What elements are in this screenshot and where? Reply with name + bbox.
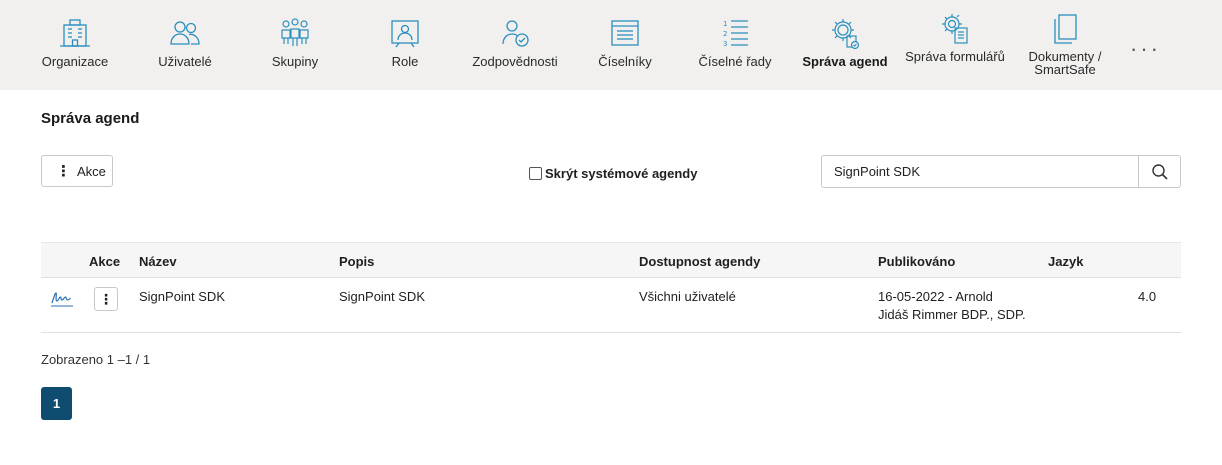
cell-dostupnost: Všichni uživatelé xyxy=(639,289,736,304)
window-list-icon xyxy=(607,16,643,50)
search-input[interactable] xyxy=(822,156,1138,187)
col-header-popis[interactable]: Popis xyxy=(339,254,374,269)
nav-label: Skupiny xyxy=(271,54,319,69)
cell-jazyk: 4.0 xyxy=(1138,289,1157,304)
table-row[interactable]: ⋮ SignPoint SDK SignPoint SDK Všichni už… xyxy=(41,278,1181,333)
group-icon xyxy=(277,16,313,50)
hide-system-agendas-toggle[interactable]: Skrýt systémové agendy xyxy=(529,166,697,181)
row-actions-button[interactable]: ⋮ xyxy=(94,287,118,311)
gear-document-icon xyxy=(827,16,863,50)
nav-item-organizace[interactable]: Organizace xyxy=(30,0,120,90)
building-icon xyxy=(57,16,93,50)
col-header-jazyk[interactable]: Jazyk xyxy=(1048,254,1083,269)
nav-item-sprava-agend[interactable]: Správa agend xyxy=(795,0,895,90)
cell-popis: SignPoint SDK xyxy=(339,289,425,304)
nav-item-ciselniky[interactable]: Číselníky xyxy=(580,0,670,90)
pagination-page-1[interactable]: 1 xyxy=(41,387,72,420)
search-icon xyxy=(1151,163,1168,180)
akce-button[interactable]: ⋮ Akce xyxy=(41,155,113,187)
nav-label: Organizace xyxy=(41,54,109,69)
nav-label: Správa agend xyxy=(802,54,888,69)
akce-button-label: Akce xyxy=(77,163,106,179)
user-check-icon xyxy=(497,16,533,50)
numbered-list-icon: 1 2 3 xyxy=(717,16,753,50)
agendas-table: Akce Název Popis Dostupnost agendy Publi… xyxy=(41,242,1181,333)
signature-icon xyxy=(51,292,73,307)
table-header: Akce Název Popis Dostupnost agendy Publi… xyxy=(41,242,1181,278)
nav-item-uzivatele[interactable]: Uživatelé xyxy=(140,0,230,90)
nav-label: Správa formulářů xyxy=(905,49,1005,64)
nav-label: Číselníky xyxy=(598,54,652,69)
col-header-dostupnost[interactable]: Dostupnost agendy xyxy=(639,254,760,269)
nav-item-role[interactable]: Role xyxy=(360,0,450,90)
nav-item-ciselne-rady[interactable]: 1 2 3 Číselné řady xyxy=(690,0,780,90)
documents-icon xyxy=(1047,12,1083,46)
results-count: Zobrazeno 1 –1 / 1 xyxy=(41,352,151,367)
top-navigation: Organizace Uživatelé Skupiny Role Zodpov… xyxy=(0,0,1222,90)
nav-label: Číselné řady xyxy=(698,54,772,69)
cell-publikovano-line1: 16-05-2022 - Arnold xyxy=(878,289,993,304)
cell-publikovano-line2: Jidáš Rimmer BDP., SDP. xyxy=(878,307,1026,322)
nav-item-zodpovednosti[interactable]: Zodpovědnosti xyxy=(465,0,565,90)
svg-text:3: 3 xyxy=(723,40,727,48)
nav-item-dokumenty-smartsafe[interactable]: Dokumenty / SmartSafe xyxy=(1015,0,1115,90)
svg-text:2: 2 xyxy=(723,30,727,38)
page-title: Správa agend xyxy=(41,110,140,127)
search-box xyxy=(821,155,1181,188)
col-header-nazev[interactable]: Název xyxy=(139,254,177,269)
id-card-icon xyxy=(387,16,423,50)
more-menu-icon[interactable]: ··· xyxy=(1130,36,1161,62)
nav-item-sprava-formularu[interactable]: Správa formulářů xyxy=(905,0,1005,90)
nav-label: Role xyxy=(391,54,419,69)
nav-label: Dokumenty / SmartSafe xyxy=(1028,49,1102,77)
gear-form-icon xyxy=(937,12,973,46)
nav-label: Uživatelé xyxy=(158,54,212,69)
cell-publikovano: 16-05-2022 - Arnold Jidáš Rimmer BDP., S… xyxy=(878,288,1026,324)
search-button[interactable] xyxy=(1138,156,1180,187)
vertical-dots-icon: ⋮ xyxy=(56,162,71,180)
users-icon xyxy=(167,16,203,50)
col-header-publikovano[interactable]: Publikováno xyxy=(878,254,955,269)
cell-nazev: SignPoint SDK xyxy=(139,289,225,304)
nav-item-skupiny[interactable]: Skupiny xyxy=(250,0,340,90)
col-header-akce: Akce xyxy=(89,254,121,269)
hide-system-agendas-label: Skrýt systémové agendy xyxy=(545,166,698,181)
svg-text:1: 1 xyxy=(723,20,727,28)
hide-system-agendas-checkbox[interactable] xyxy=(529,167,542,180)
nav-label: Zodpovědnosti xyxy=(472,54,558,69)
